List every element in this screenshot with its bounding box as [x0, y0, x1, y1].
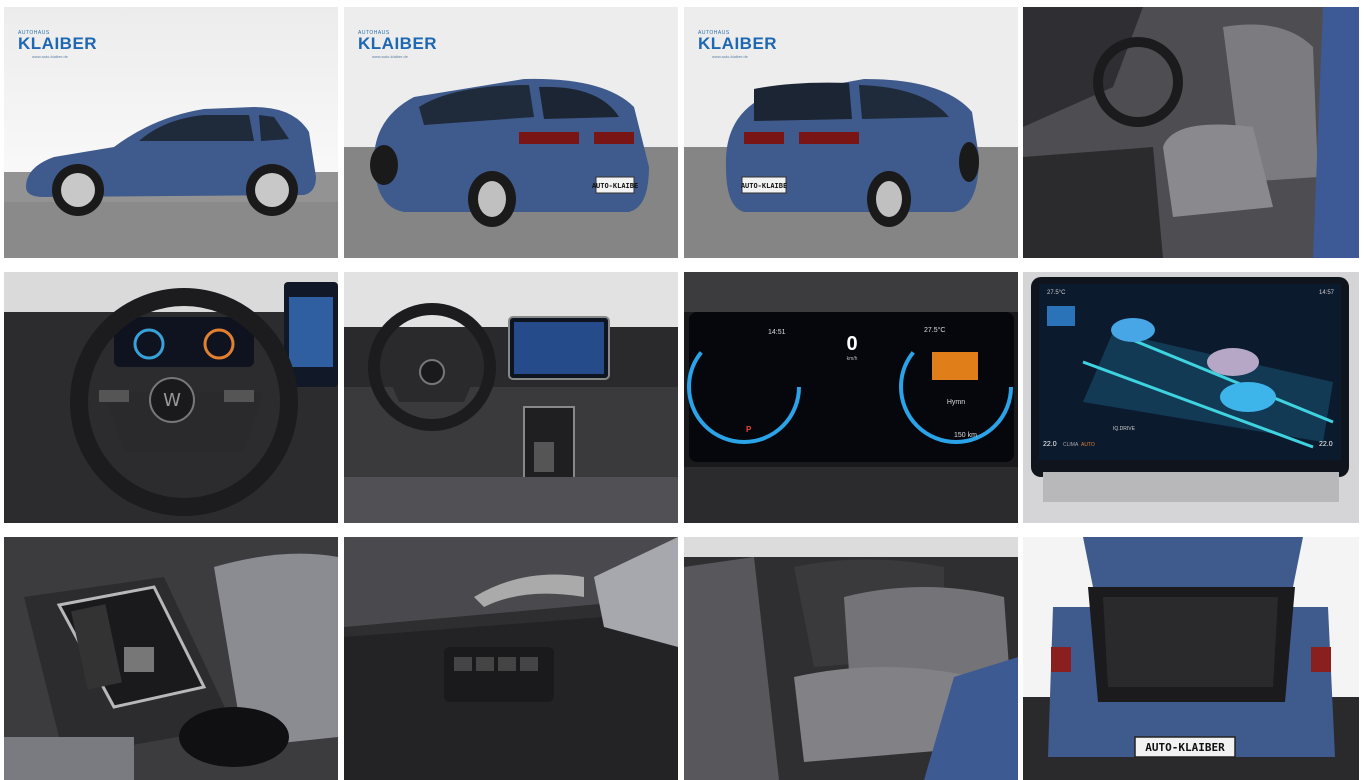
infotainment-temp-right: 22.0 — [1319, 441, 1333, 448]
cluster-range: 150 km — [954, 432, 977, 439]
svg-text:W: W — [163, 390, 181, 411]
front-seats-image — [1023, 7, 1359, 258]
dealer-logo-name: KLAIBER — [358, 34, 438, 53]
infotainment-clock: 14:57 — [1319, 290, 1335, 296]
cluster-time: 14:51 — [768, 329, 786, 336]
dealer-logo-name: KLAIBER — [18, 34, 98, 53]
photo-front-seats[interactable] — [1023, 7, 1359, 258]
infotainment-auto: AUTO — [1081, 442, 1095, 448]
dealer-logo-1: AUTOHAUS KLAIBER www.auto-klaiber.de — [18, 30, 97, 59]
infotainment-temp-left: 22.0 — [1043, 441, 1057, 448]
rear-plate-text-2: AUTO-KLAIBE — [741, 182, 787, 190]
trunk-plate-text: AUTO-KLAIBER — [1145, 741, 1225, 754]
cluster-speed-unit: km/h — [847, 356, 858, 362]
dashboard-image — [344, 272, 678, 523]
gear-selector-image — [4, 537, 338, 780]
infotainment-climate: CLIMA — [1063, 442, 1079, 448]
dealer-logo-url: www.auto-klaiber.de — [32, 54, 68, 59]
photo-trunk[interactable]: AUTO-KLAIBER — [1023, 537, 1359, 780]
dealer-logo-url: www.auto-klaiber.de — [712, 54, 748, 59]
photo-infotainment[interactable]: 27.5°C 14:57 IQ.DRIVE 22.0 CLIMA AUTO 22… — [1023, 272, 1359, 523]
infotainment-label: IQ.DRIVE — [1113, 426, 1136, 432]
dealer-logo-2: AUTOHAUS KLAIBER www.auto-klaiber.de — [358, 30, 437, 59]
photo-dashboard[interactable] — [344, 272, 678, 523]
photo-door-panel[interactable] — [344, 537, 678, 780]
instrument-cluster-image: 14:51 0 km/h 27.5°C Hymn 150 km P — [684, 272, 1018, 523]
infotainment-status-temp: 27.5°C — [1047, 290, 1066, 296]
door-panel-image — [344, 537, 678, 780]
dealer-logo-url: www.auto-klaiber.de — [372, 54, 408, 59]
rear-plate-text: AUTO-KLAIBE — [592, 182, 638, 190]
photo-gallery: AUTO-KLAIBE AUTO-KLAIBE W 14:51 0 km/h 2… — [0, 0, 1365, 780]
photo-rear-seats[interactable] — [684, 537, 1018, 780]
trunk-image: AUTO-KLAIBER — [1023, 537, 1359, 780]
photo-instrument-cluster[interactable]: 14:51 0 km/h 27.5°C Hymn 150 km P — [684, 272, 1018, 523]
cluster-temp: 27.5°C — [924, 326, 945, 334]
cluster-mode: Hymn — [947, 399, 965, 406]
photo-gear-selector[interactable] — [4, 537, 338, 780]
photo-steering-wheel[interactable]: W — [4, 272, 338, 523]
rear-seats-image — [684, 537, 1018, 780]
dealer-logo-name: KLAIBER — [698, 34, 778, 53]
dealer-logo-3: AUTOHAUS KLAIBER www.auto-klaiber.de — [698, 30, 777, 59]
infotainment-image: 27.5°C 14:57 IQ.DRIVE 22.0 CLIMA AUTO 22… — [1023, 272, 1359, 523]
cluster-gear: P — [746, 425, 752, 434]
cluster-speed: 0 — [846, 333, 857, 355]
steering-wheel-image: W — [4, 272, 338, 523]
